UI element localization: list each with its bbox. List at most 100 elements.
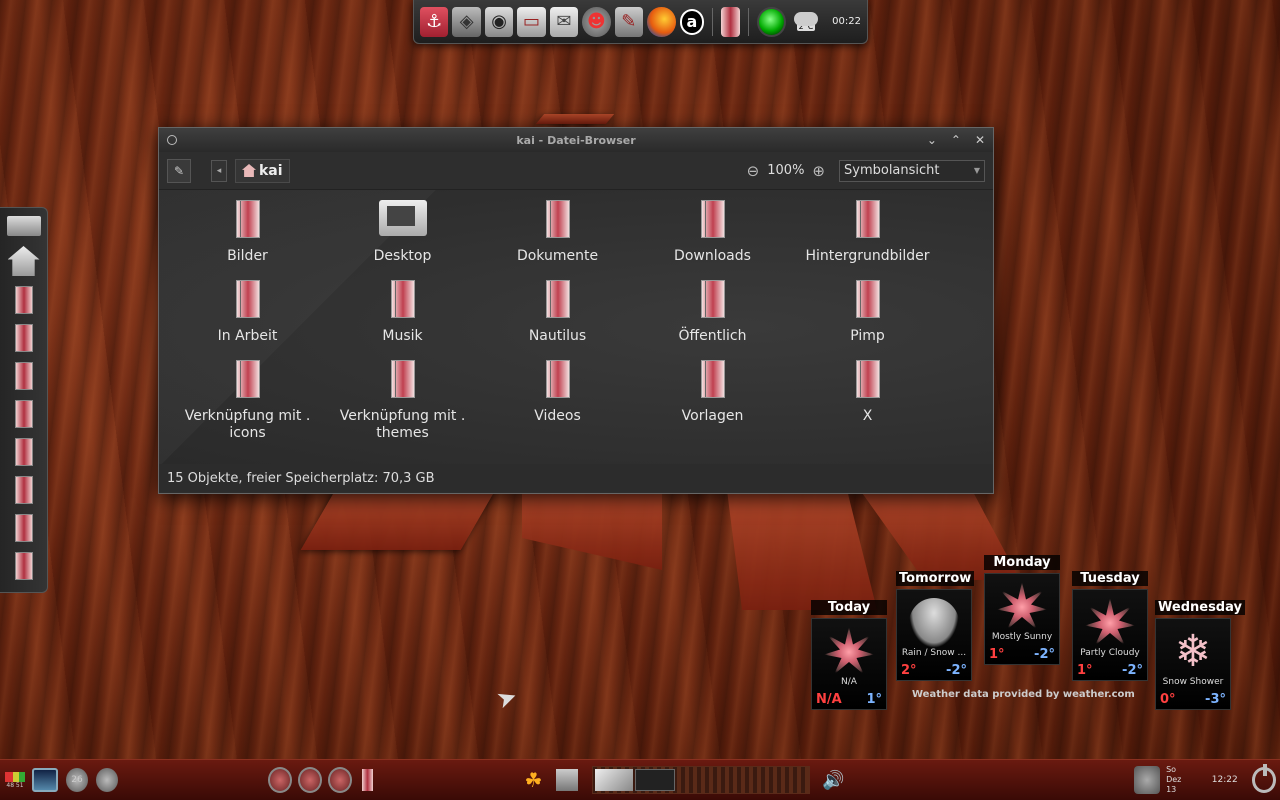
system-meter[interactable]: 48 51 <box>4 765 26 795</box>
a-icon[interactable]: a <box>679 8 705 35</box>
file-item[interactable]: X <box>790 360 945 460</box>
status-text: 15 Objekte, freier Speicherplatz: 70,3 G… <box>167 470 435 486</box>
update-count: 26 <box>71 775 83 785</box>
file-item[interactable]: Videos <box>480 360 635 460</box>
update-icon[interactable]: 26 <box>65 768 88 792</box>
zoom-level: 100% <box>767 163 805 178</box>
weather-credit: Weather data provided by weather.com <box>912 689 1135 700</box>
launcher-orb-icon[interactable] <box>298 767 323 793</box>
panel-date[interactable]: So Dez 13 <box>1166 765 1192 795</box>
edit-location-button[interactable]: ✎ <box>167 158 191 183</box>
window-titlebar[interactable]: kai - Datei-Browser ⌄ ⌃ ✕ <box>159 128 993 152</box>
file-icon[interactable] <box>14 476 33 504</box>
sun-icon <box>997 582 1047 630</box>
breadcrumb-label: kai <box>259 162 283 179</box>
gimp-icon[interactable]: ✎ <box>614 6 644 37</box>
monitor-icon[interactable] <box>6 216 41 236</box>
file-icon[interactable] <box>721 6 741 37</box>
taskbar <box>591 766 811 794</box>
panel-clock[interactable]: 12:22 <box>1212 775 1238 785</box>
file-item[interactable]: Desktop <box>325 200 480 280</box>
folder-icon <box>390 280 415 318</box>
weather-low: 1° <box>866 692 882 707</box>
view-mode-label: Symbolansicht <box>844 163 940 178</box>
task-window-thumbnail[interactable] <box>594 769 633 791</box>
speaker-icon[interactable]: 🔊 <box>822 765 844 795</box>
weather-tray[interactable]: 2°C <box>790 7 822 37</box>
file-icon[interactable] <box>14 362 33 390</box>
zoom-in-icon[interactable]: ⊕ <box>812 162 825 180</box>
home-icon[interactable] <box>7 246 40 276</box>
sun-icon <box>1085 598 1135 646</box>
chat-icon[interactable]: ☻ <box>582 6 611 37</box>
weather-temps: 0° -3° <box>1160 692 1226 707</box>
file-item[interactable]: Pimp <box>790 280 945 360</box>
file-icon[interactable] <box>14 400 33 428</box>
file-icon[interactable] <box>14 286 33 314</box>
folder-icon <box>545 200 570 238</box>
file-browser-window: kai - Datei-Browser ⌄ ⌃ ✕ ✎ ◂ kai ⊖ 100%… <box>158 127 994 494</box>
weather-day[interactable]: Monday Mostly Sunny 1° -2° <box>984 555 1060 665</box>
weather-day-name: Tuesday <box>1072 571 1148 586</box>
date-month: Dez 13 <box>1166 775 1182 794</box>
file-item[interactable]: Downloads <box>635 200 790 280</box>
file-icon[interactable] <box>14 324 33 352</box>
power-icon[interactable] <box>1251 764 1276 793</box>
breadcrumb-back-button[interactable]: ◂ <box>211 159 227 182</box>
folder-icon <box>235 280 260 318</box>
footprint-icon[interactable] <box>95 768 118 792</box>
screen-icon[interactable] <box>31 768 58 792</box>
status-orb-icon[interactable] <box>757 6 786 37</box>
file-icon[interactable] <box>14 438 33 466</box>
minimize-icon[interactable]: ⌄ <box>927 133 937 147</box>
dock-clock[interactable]: 00:22 <box>832 16 861 27</box>
file-icon[interactable] <box>362 769 374 791</box>
mail-icon[interactable]: ✉ <box>549 6 579 37</box>
view-mode-select[interactable]: Symbolansicht ▼ <box>839 159 985 182</box>
decor-ribbon <box>522 490 662 570</box>
file-item[interactable]: Öffentlich <box>635 280 790 360</box>
maximize-icon[interactable]: ⌃ <box>951 133 961 147</box>
file-item[interactable]: Bilder <box>170 200 325 280</box>
breadcrumb-home[interactable]: kai <box>235 158 290 183</box>
weather-high: N/A <box>816 692 842 707</box>
box-icon[interactable]: ▭ <box>517 6 546 37</box>
file-item[interactable]: Nautilus <box>480 280 635 360</box>
file-item[interactable]: Vorlagen <box>635 360 790 460</box>
weather-day[interactable]: Tuesday Partly Cloudy 1° -2° <box>1072 571 1148 681</box>
task-window-thumbnail[interactable] <box>634 769 675 791</box>
gnome-foot-icon[interactable]: ☘ <box>523 767 543 793</box>
cube-icon[interactable]: ◈ <box>452 6 481 37</box>
window-menu-icon[interactable] <box>167 135 177 145</box>
avatar[interactable] <box>1134 766 1161 794</box>
weather-day[interactable]: Today N/A N/A 1° <box>811 600 887 710</box>
file-item[interactable]: Hintergrundbilder <box>790 200 945 280</box>
weather-day[interactable]: Wednesday ❄ Snow Shower 0° -3° <box>1155 600 1245 710</box>
close-icon[interactable]: ✕ <box>975 133 985 147</box>
folder-icon <box>855 200 880 238</box>
launcher-orb-icon[interactable] <box>267 767 293 793</box>
anchor-icon[interactable]: ⚓ <box>420 6 449 37</box>
file-icon[interactable] <box>14 552 33 580</box>
file-item[interactable]: Dokumente <box>480 200 635 280</box>
file-icon[interactable] <box>14 514 33 542</box>
rain-cloud-icon <box>909 598 959 648</box>
firefox-icon[interactable] <box>647 6 676 37</box>
folder-icon <box>700 360 725 398</box>
zoom-out-icon[interactable]: ⊖ <box>747 162 760 180</box>
mouse-cursor-icon: ➤ <box>492 681 522 715</box>
weather-card: Partly Cloudy 1° -2° <box>1072 589 1148 681</box>
decor-ribbon <box>535 114 615 124</box>
weather-day[interactable]: Tomorrow Rain / Snow ... 2° -2° <box>896 571 975 681</box>
file-item[interactable]: Verknüpfung mit . themes <box>325 360 480 460</box>
file-label: Dokumente <box>516 248 599 264</box>
dock-separator <box>748 7 750 36</box>
weather-temps: N/A 1° <box>816 692 882 707</box>
camera-icon[interactable]: ◉ <box>484 6 514 37</box>
folder-icon[interactable] <box>555 769 578 791</box>
sun-icon <box>824 627 874 675</box>
file-item[interactable]: In Arbeit <box>170 280 325 360</box>
launcher-orb-icon[interactable] <box>328 767 353 793</box>
file-item[interactable]: Musik <box>325 280 480 360</box>
file-item[interactable]: Verknüpfung mit . icons <box>170 360 325 460</box>
